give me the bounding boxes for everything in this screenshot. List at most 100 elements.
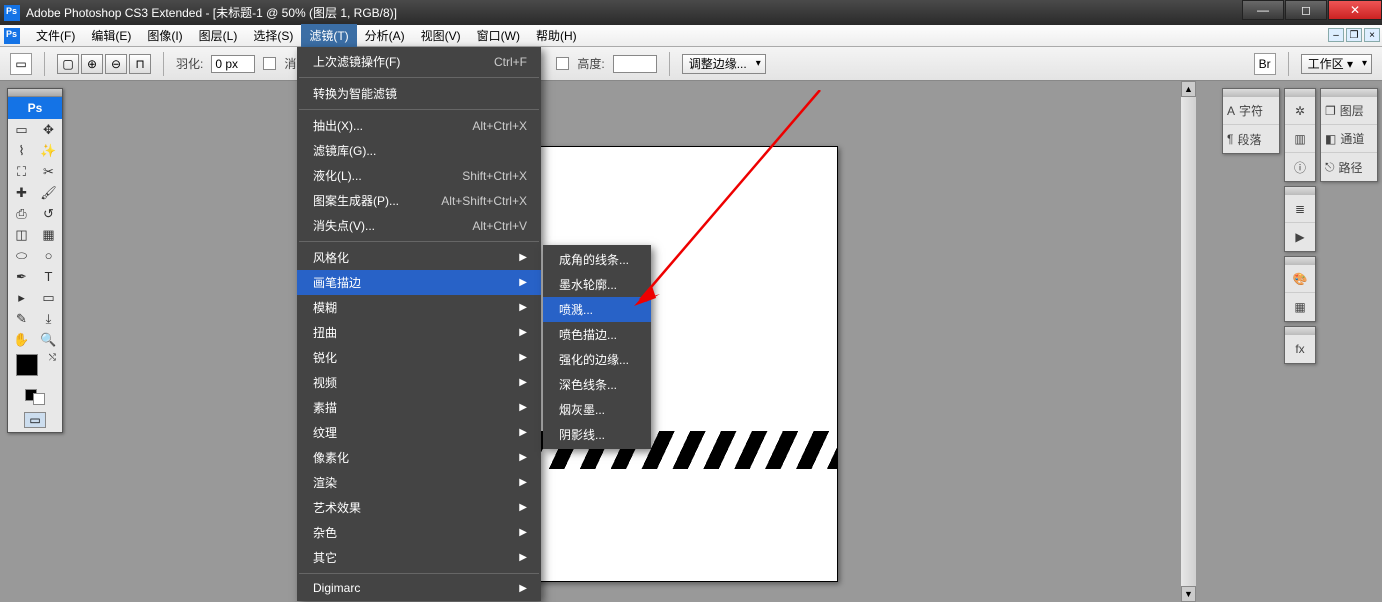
vertical-scrollbar[interactable]: ▲ ▼ [1180, 81, 1196, 602]
panel-grip[interactable] [1285, 89, 1315, 97]
sub-sumi-e[interactable]: 烟灰墨... [543, 397, 651, 422]
filter-pattern-maker[interactable]: 图案生成器(P)... Alt+Shift+Ctrl+X [297, 188, 541, 213]
slice-tool[interactable]: ✂ [35, 161, 62, 182]
toolbox-grip[interactable] [8, 89, 62, 97]
crop-tool[interactable]: ⛶ [8, 161, 35, 182]
filter-last[interactable]: 上次滤镜操作(F) Ctrl+F [297, 49, 541, 74]
workspace-dropdown[interactable]: 工作区 ▾ [1301, 54, 1372, 74]
menu-select[interactable]: 选择(S) [245, 24, 301, 47]
notes-tool[interactable]: ✎ [8, 308, 35, 329]
hand-tool[interactable]: ✋ [8, 329, 35, 350]
menu-window[interactable]: 窗口(W) [469, 24, 528, 47]
panel-character[interactable]: A字符 [1223, 97, 1279, 125]
marquee-tool[interactable]: ▭ [8, 119, 35, 140]
filter-vanishing-point[interactable]: 消失点(V)... Alt+Ctrl+V [297, 213, 541, 238]
filter-digimarc[interactable]: Digimarc▶ [297, 577, 541, 599]
lasso-tool[interactable]: ⌇ [8, 140, 35, 161]
stamp-tool[interactable]: ⎙ [8, 203, 35, 224]
panel-histogram[interactable]: ▥ [1285, 125, 1315, 153]
height-checkbox[interactable] [556, 57, 569, 70]
quick-mask-icon[interactable] [33, 393, 45, 405]
panel-paragraph[interactable]: ¶段落 [1223, 125, 1279, 153]
panel-channels[interactable]: ◧通道 [1321, 125, 1377, 153]
filter-other[interactable]: 其它▶ [297, 545, 541, 570]
filter-brush-strokes[interactable]: 画笔描边▶ [297, 270, 541, 295]
menu-view[interactable]: 视图(V) [413, 24, 469, 47]
sub-dark-strokes[interactable]: 深色线条... [543, 372, 651, 397]
height-input[interactable] [613, 55, 657, 73]
panel-color[interactable]: 🎨 [1285, 265, 1315, 293]
filter-render[interactable]: 渲染▶ [297, 470, 541, 495]
path-selection-tool[interactable]: ▸ [8, 287, 35, 308]
sub-accented-edges2[interactable]: 强化的边缘... [543, 347, 651, 372]
panel-layers[interactable]: ❐图层 [1321, 97, 1377, 125]
filter-pixelate[interactable]: 像素化▶ [297, 445, 541, 470]
pen-tool[interactable]: ✒ [8, 266, 35, 287]
menu-file[interactable]: 文件(F) [28, 24, 83, 47]
blur-tool[interactable]: ⬭ [8, 245, 35, 266]
healing-tool[interactable]: ✚ [8, 182, 35, 203]
history-brush-tool[interactable]: ↺ [35, 203, 62, 224]
menu-analysis[interactable]: 分析(A) [357, 24, 413, 47]
filter-gallery[interactable]: 滤镜库(G)... [297, 138, 541, 163]
filter-extract[interactable]: 抽出(X)... Alt+Ctrl+X [297, 113, 541, 138]
panel-navigator[interactable]: ✲ [1285, 97, 1315, 125]
type-tool[interactable]: T [35, 266, 62, 287]
magic-wand-tool[interactable]: ✨ [35, 140, 62, 161]
scroll-down-icon[interactable]: ▼ [1181, 586, 1196, 602]
sub-spatter[interactable]: 喷溅... [543, 297, 651, 322]
filter-texture[interactable]: 纹理▶ [297, 420, 541, 445]
panel-swatches[interactable]: ▦ [1285, 293, 1315, 321]
panel-styles[interactable]: fx [1285, 335, 1315, 363]
sub-crosshatch[interactable]: 阴影线... [543, 422, 651, 447]
sub-accented-edges[interactable]: 成角的线条... [543, 247, 651, 272]
selection-add[interactable]: ⊕ [81, 54, 103, 74]
gradient-tool[interactable]: ▦ [35, 224, 62, 245]
filter-artistic[interactable]: 艺术效果▶ [297, 495, 541, 520]
antialias-checkbox[interactable] [263, 57, 276, 70]
app-menu-icon[interactable] [4, 28, 20, 44]
panel-actions[interactable]: ▶ [1285, 223, 1315, 251]
maximize-button[interactable]: ◻ [1285, 0, 1327, 20]
filter-video[interactable]: 视频▶ [297, 370, 541, 395]
selection-intersect[interactable]: ⊓ [129, 54, 151, 74]
sub-sprayed-strokes[interactable]: 喷色描边... [543, 322, 651, 347]
shape-tool[interactable]: ▭ [35, 287, 62, 308]
scroll-up-icon[interactable]: ▲ [1181, 81, 1196, 97]
feather-input[interactable] [211, 55, 255, 73]
brush-tool[interactable]: 🖌 [35, 182, 62, 203]
swap-colors-icon[interactable]: ⤭ [49, 352, 56, 363]
filter-stylize[interactable]: 风格化▶ [297, 245, 541, 270]
screen-mode-button[interactable]: ▭ [24, 412, 46, 428]
mdi-close[interactable]: × [1364, 28, 1380, 42]
foreground-color[interactable] [16, 354, 38, 376]
panel-grip[interactable] [1285, 257, 1315, 265]
zoom-tool[interactable]: 🔍 [35, 329, 62, 350]
minimize-button[interactable]: — [1242, 0, 1284, 20]
bridge-button[interactable]: Br [1254, 53, 1276, 75]
eraser-tool[interactable]: ◫ [8, 224, 35, 245]
panel-grip[interactable] [1285, 187, 1315, 195]
tool-preset-picker[interactable]: ▭ [10, 53, 32, 75]
filter-blur[interactable]: 模糊▶ [297, 295, 541, 320]
menu-help[interactable]: 帮助(H) [528, 24, 585, 47]
selection-new[interactable]: ▢ [57, 54, 79, 74]
filter-liquify[interactable]: 液化(L)... Shift+Ctrl+X [297, 163, 541, 188]
sub-ink-outlines[interactable]: 墨水轮廓... [543, 272, 651, 297]
move-tool[interactable]: ✥ [35, 119, 62, 140]
panel-grip[interactable] [1285, 327, 1315, 335]
menu-edit[interactable]: 编辑(E) [83, 24, 139, 47]
eyedropper-tool[interactable]: ⤓ [35, 308, 62, 329]
mdi-restore[interactable]: ❐ [1346, 28, 1362, 42]
panel-grip[interactable] [1223, 89, 1279, 97]
filter-convert-smart[interactable]: 转换为智能滤镜 [297, 81, 541, 106]
filter-sharpen[interactable]: 锐化▶ [297, 345, 541, 370]
filter-distort[interactable]: 扭曲▶ [297, 320, 541, 345]
refine-edge-button[interactable]: 调整边缘... [682, 54, 766, 74]
filter-noise[interactable]: 杂色▶ [297, 520, 541, 545]
mdi-minimize[interactable]: – [1328, 28, 1344, 42]
panel-info[interactable]: ⓘ [1285, 153, 1315, 181]
selection-subtract[interactable]: ⊖ [105, 54, 127, 74]
panel-history[interactable]: ≣ [1285, 195, 1315, 223]
menu-image[interactable]: 图像(I) [139, 24, 190, 47]
